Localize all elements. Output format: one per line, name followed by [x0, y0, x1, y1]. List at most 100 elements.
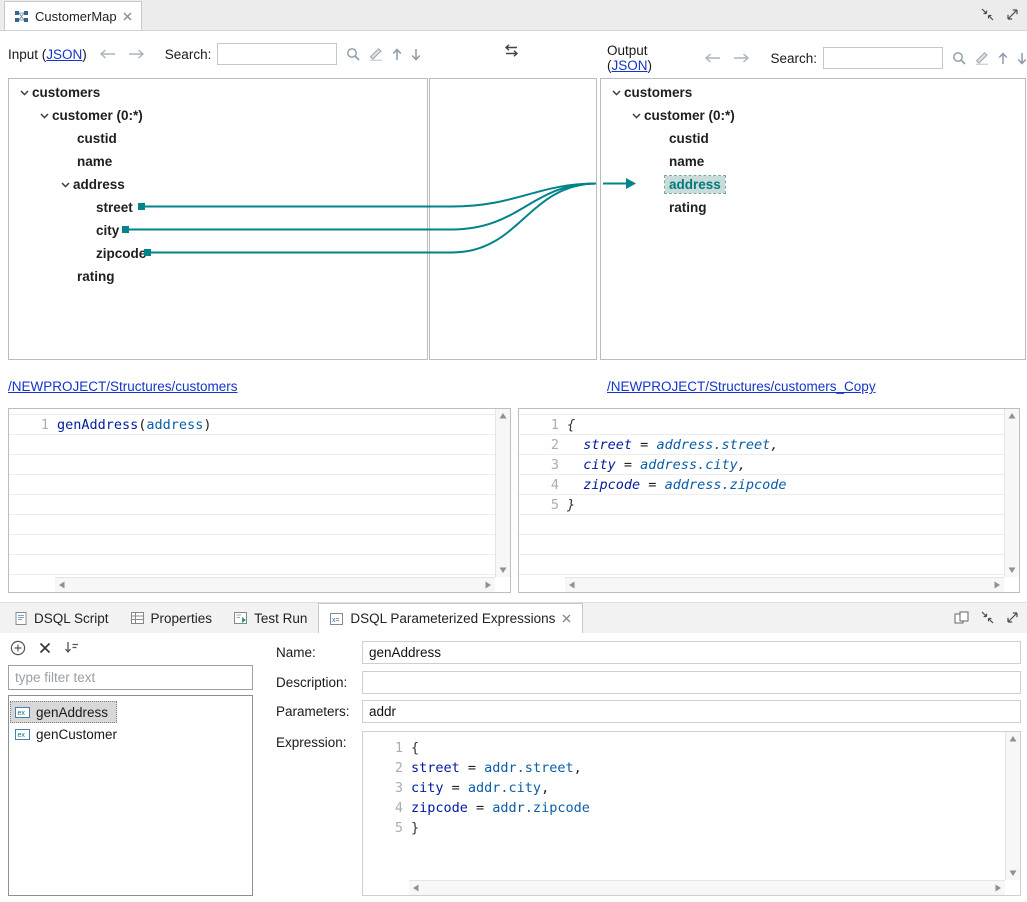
scroll-down-icon[interactable] — [499, 566, 507, 574]
expression-list-item-genaddress[interactable]: ex genAddress — [10, 701, 117, 723]
tab-dsql-script[interactable]: DSQL Script — [4, 603, 120, 633]
tab-dsql-parameterized-expressions[interactable]: x= DSQL Parameterized Expressions — [318, 603, 583, 634]
scroll-down-icon[interactable] — [1009, 869, 1017, 877]
tab-label: Properties — [151, 611, 213, 626]
output-structure-panel: customers customer (0:*) custid name add… — [600, 78, 1026, 360]
search-icon[interactable] — [952, 51, 966, 65]
vertical-scrollbar[interactable] — [1005, 732, 1020, 880]
nav-back-icon[interactable] — [99, 49, 116, 59]
filter-input[interactable] — [8, 665, 253, 690]
add-icon[interactable] — [10, 640, 26, 656]
delete-icon[interactable] — [39, 642, 51, 654]
tree-item-address[interactable]: address — [9, 173, 427, 196]
input-json-link[interactable]: JSON — [46, 47, 82, 62]
scroll-right-icon[interactable] — [484, 581, 492, 589]
scroll-up-icon[interactable] — [1008, 412, 1016, 420]
horizontal-scrollbar[interactable] — [565, 577, 1004, 592]
tree-item-rating[interactable]: rating — [601, 196, 1025, 219]
search-down-icon[interactable] — [1017, 52, 1027, 65]
output-search-field[interactable] — [823, 47, 943, 69]
chevron-down-icon[interactable] — [629, 113, 644, 119]
tree-item-city[interactable]: city — [9, 219, 427, 242]
search-up-icon[interactable] — [998, 52, 1008, 65]
code-line: } — [567, 497, 575, 513]
clear-search-icon[interactable] — [975, 52, 989, 65]
tree-item-customer[interactable]: customer (0:*) — [601, 104, 1025, 127]
tab-properties[interactable]: Properties — [120, 603, 224, 633]
tree-item-address-selected[interactable]: address — [601, 173, 1025, 196]
maximize-icon[interactable] — [1006, 611, 1019, 624]
output-toolbar-group: Output (JSON) Search: — [607, 43, 1027, 73]
code-area[interactable]: 1{ 2street = addr.street, 3city = addr.c… — [363, 732, 1005, 880]
tree-item-label: rating — [77, 269, 115, 284]
chevron-down-icon[interactable] — [58, 182, 73, 188]
code-area[interactable]: 1genAddress(address) — [9, 409, 495, 577]
tree-item-rating[interactable]: rating — [9, 265, 427, 288]
editor-tab-bar: CustomerMap — [0, 0, 1027, 31]
close-icon[interactable] — [562, 614, 571, 623]
description-field[interactable] — [362, 671, 1021, 694]
mapping-canvas[interactable] — [429, 78, 597, 360]
expression-list[interactable]: ex genAddress ex genCustomer — [8, 695, 253, 896]
line-number: 1 — [363, 740, 411, 756]
scroll-left-icon[interactable] — [412, 884, 420, 892]
expression-label: Expression: — [276, 735, 347, 750]
nav-forward-icon[interactable] — [128, 49, 145, 59]
input-structure-link[interactable]: /NEWPROJECT/Structures/customers — [8, 379, 238, 394]
scroll-right-icon[interactable] — [993, 581, 1001, 589]
output-label: Output (JSON) — [607, 43, 692, 73]
tree-item-label: customers — [624, 85, 692, 100]
search-icon[interactable] — [346, 47, 360, 61]
tab-test-run[interactable]: Test Run — [223, 603, 318, 633]
swap-direction-icon[interactable] — [503, 44, 520, 57]
sort-icon[interactable] — [64, 641, 79, 655]
tree-item-customer[interactable]: customer (0:*) — [9, 104, 427, 127]
tree-item-zipcode[interactable]: zipcode — [9, 242, 427, 265]
expression-list-item-gencustomer[interactable]: ex genCustomer — [10, 723, 126, 745]
tree-item-name[interactable]: name — [9, 150, 427, 173]
tree-item-street[interactable]: street — [9, 196, 427, 219]
input-search-field[interactable] — [217, 43, 337, 65]
name-field[interactable] — [362, 641, 1021, 664]
restore-icon[interactable] — [981, 611, 994, 624]
chevron-down-icon[interactable] — [17, 90, 32, 96]
line-number: 3 — [519, 457, 567, 473]
scroll-right-icon[interactable] — [994, 884, 1002, 892]
scroll-up-icon[interactable] — [1009, 735, 1017, 743]
search-down-icon[interactable] — [411, 48, 421, 61]
scroll-left-icon[interactable] — [568, 581, 576, 589]
scroll-left-icon[interactable] — [58, 581, 66, 589]
scroll-down-icon[interactable] — [1008, 566, 1016, 574]
horizontal-scrollbar[interactable] — [409, 880, 1005, 895]
maximize-icon[interactable] — [1006, 8, 1019, 21]
tab-customermap[interactable]: CustomerMap — [4, 1, 142, 30]
vertical-scrollbar[interactable] — [495, 409, 510, 577]
chevron-down-icon[interactable] — [609, 90, 624, 96]
tree-item-customers[interactable]: customers — [9, 81, 427, 104]
tree-item-custid[interactable]: custid — [601, 127, 1025, 150]
code-line: street = address.street, — [567, 437, 778, 453]
clear-search-icon[interactable] — [369, 48, 383, 61]
output-json-link[interactable]: JSON — [612, 58, 648, 73]
line-number: 5 — [363, 820, 411, 836]
close-icon[interactable] — [123, 12, 132, 21]
chevron-down-icon[interactable] — [37, 113, 52, 119]
code-area[interactable]: 1{ 2 street = address.street, 3 city = a… — [519, 409, 1004, 577]
nav-forward-icon[interactable] — [733, 53, 750, 63]
link-with-editor-icon[interactable] — [954, 611, 969, 624]
description-label: Description: — [276, 675, 347, 690]
search-label: Search: — [770, 51, 817, 66]
output-structure-link[interactable]: /NEWPROJECT/Structures/customers_Copy — [607, 379, 876, 394]
vertical-scrollbar[interactable] — [1004, 409, 1019, 577]
search-up-icon[interactable] — [392, 48, 402, 61]
tree-item-label: address — [73, 177, 125, 192]
expression-name: genCustomer — [36, 727, 117, 742]
tree-item-custid[interactable]: custid — [9, 127, 427, 150]
tree-item-name[interactable]: name — [601, 150, 1025, 173]
horizontal-scrollbar[interactable] — [55, 577, 495, 592]
parameters-field[interactable] — [362, 700, 1021, 723]
restore-icon[interactable] — [981, 8, 994, 21]
nav-back-icon[interactable] — [704, 53, 721, 63]
scroll-up-icon[interactable] — [499, 412, 507, 420]
tree-item-customers[interactable]: customers — [601, 81, 1025, 104]
